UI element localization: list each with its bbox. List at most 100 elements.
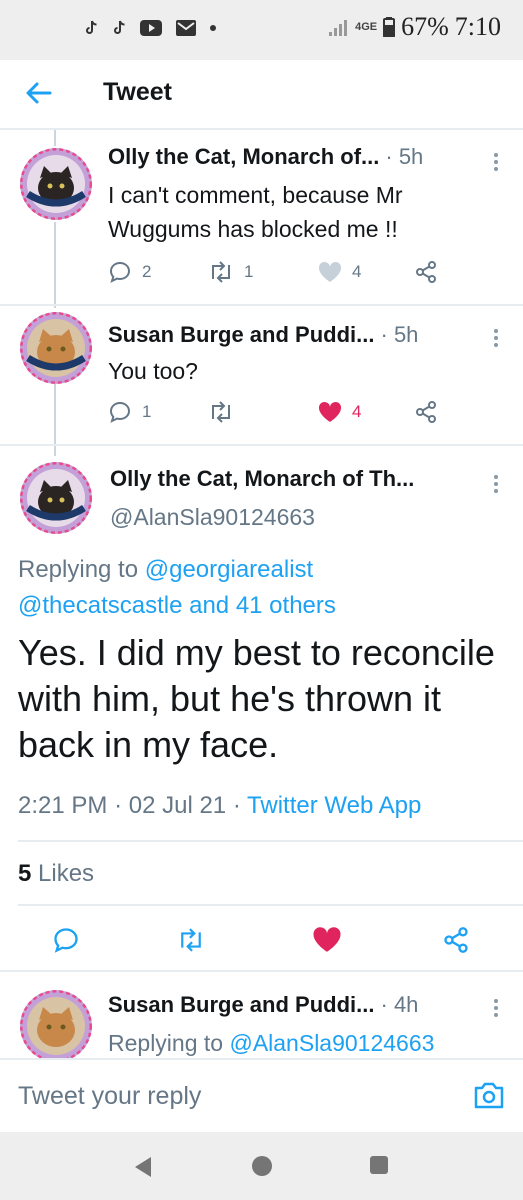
retweet-button[interactable] [176, 928, 206, 952]
reply-input[interactable]: Tweet your reply [18, 1082, 201, 1111]
more-options-icon[interactable] [492, 996, 500, 1020]
status-right: 4GE 67% 7:10 [329, 12, 501, 42]
tweet-actions: 2 1 4 [108, 260, 438, 284]
retweet-icon [212, 401, 230, 423]
back-button[interactable] [22, 76, 56, 110]
camera-button[interactable] [473, 1080, 505, 1110]
nav-recents-button[interactable] [370, 1156, 388, 1174]
mention-link[interactable]: @AlanSla90124663 [229, 1030, 434, 1056]
tweet-header: Olly the Cat, Monarch of Th... [110, 466, 414, 492]
like-count: 4 [352, 402, 362, 421]
timestamp: · 5h [385, 144, 424, 169]
like-button[interactable]: 4 [318, 401, 414, 423]
retweet-button[interactable] [208, 401, 318, 423]
header-divider [0, 128, 523, 130]
divider [18, 904, 523, 906]
share-icon [444, 927, 468, 953]
tweet-time: 2:21 PM [18, 792, 108, 819]
replying-to: Replying to @georgiarealist @thecatscast… [18, 552, 336, 624]
divider [0, 444, 523, 446]
avatar-cat-ginger-image [20, 312, 92, 384]
share-icon [416, 261, 436, 283]
tweet-header: Olly the Cat, Monarch of... · 5h [108, 144, 423, 170]
tweet-source[interactable]: Twitter Web App [247, 792, 421, 819]
like-count: 4 [352, 262, 362, 281]
display-name[interactable]: Susan Burge and Puddi... [108, 992, 374, 1018]
divider [18, 840, 523, 842]
camera-icon [474, 1082, 504, 1109]
tweet-meta: 2:21 PM · 02 Jul 21 · Twitter Web App [18, 792, 422, 819]
timestamp: · 5h [380, 322, 419, 347]
system-nav-bar [0, 1132, 523, 1200]
dot-icon [210, 25, 216, 31]
retweet-button[interactable]: 1 [208, 261, 318, 283]
triangle-back-icon [135, 1157, 151, 1177]
main-tweet-text: Yes. I did my best to reconcile with him… [18, 632, 495, 765]
like-button[interactable] [312, 926, 342, 953]
network-type: 4GE [355, 21, 378, 33]
signal-icon [329, 20, 348, 36]
replying-to: Replying to @AlanSla90124663 [108, 1026, 518, 1060]
more-options-icon[interactable] [492, 472, 500, 496]
avatar-cat-black-image [20, 462, 92, 534]
tweet-actions: 1 4 [108, 400, 438, 424]
battery-icon [383, 17, 396, 37]
reply-count: 1 [142, 402, 152, 421]
mention-others-link[interactable]: @thecatscastle and 41 others [18, 592, 336, 619]
tiktok-icon [86, 20, 97, 34]
clock: 7:10 [454, 12, 501, 41]
retweet-icon [212, 261, 230, 283]
display-name[interactable]: Susan Burge and Puddi... [108, 322, 374, 348]
avatar-cat-black-image [20, 148, 92, 220]
arrow-left-icon [26, 82, 52, 104]
more-options-icon[interactable] [492, 326, 500, 350]
divider [0, 970, 523, 972]
heart-icon [318, 261, 342, 282]
retweet-count: 1 [244, 262, 254, 281]
share-icon [416, 401, 436, 423]
thread-line [54, 130, 56, 146]
tweet-text: You too? [108, 358, 198, 384]
share-button[interactable] [442, 926, 470, 954]
likes-summary[interactable]: 5 Likes [18, 860, 94, 888]
youtube-icon [140, 20, 162, 36]
avatar[interactable] [20, 312, 92, 384]
likes-count: 5 [18, 860, 32, 887]
heart-filled-icon [313, 927, 341, 952]
avatar[interactable] [20, 462, 92, 534]
share-button[interactable] [414, 260, 438, 284]
tweet-text: I can't comment, because Mr Wuggums has … [108, 182, 403, 242]
share-button[interactable] [414, 400, 438, 424]
app-header: Tweet [0, 60, 523, 126]
replying-prefix: Replying to [108, 1030, 224, 1056]
reply-button[interactable] [52, 926, 80, 954]
reply-composer[interactable]: Tweet your reply [0, 1058, 523, 1132]
mail-icon [176, 20, 196, 36]
tweet-header: Susan Burge and Puddi... · 5h [108, 322, 418, 348]
nav-home-button[interactable] [252, 1156, 272, 1176]
reply-icon [54, 928, 78, 953]
avatar[interactable] [20, 148, 92, 220]
thread-line [54, 222, 56, 308]
replying-prefix: Replying to [18, 556, 139, 583]
user-handle[interactable]: @AlanSla90124663 [110, 504, 315, 531]
reply-button[interactable]: 2 [108, 260, 208, 284]
more-options-icon[interactable] [492, 150, 500, 174]
like-button[interactable]: 4 [318, 261, 414, 283]
tweet-date: 02 Jul 21 [128, 792, 227, 819]
reply-count: 2 [142, 262, 152, 281]
divider [0, 304, 523, 306]
reply-button[interactable]: 1 [108, 400, 208, 424]
tweet-header: Susan Burge and Puddi... · 4h [108, 992, 418, 1018]
likes-label: Likes [38, 860, 95, 887]
mention-link[interactable]: @georgiarealist [145, 556, 313, 583]
nav-back-button[interactable] [133, 1156, 153, 1178]
display-name[interactable]: Olly the Cat, Monarch of Th... [110, 466, 414, 492]
display-name[interactable]: Olly the Cat, Monarch of... [108, 144, 379, 170]
page-title: Tweet [103, 78, 172, 106]
retweet-icon [181, 928, 201, 952]
tiktok-icon [114, 20, 125, 34]
avatar[interactable] [20, 990, 92, 1062]
reply-icon [109, 261, 131, 283]
status-bar: 4GE 67% 7:10 [0, 0, 523, 60]
